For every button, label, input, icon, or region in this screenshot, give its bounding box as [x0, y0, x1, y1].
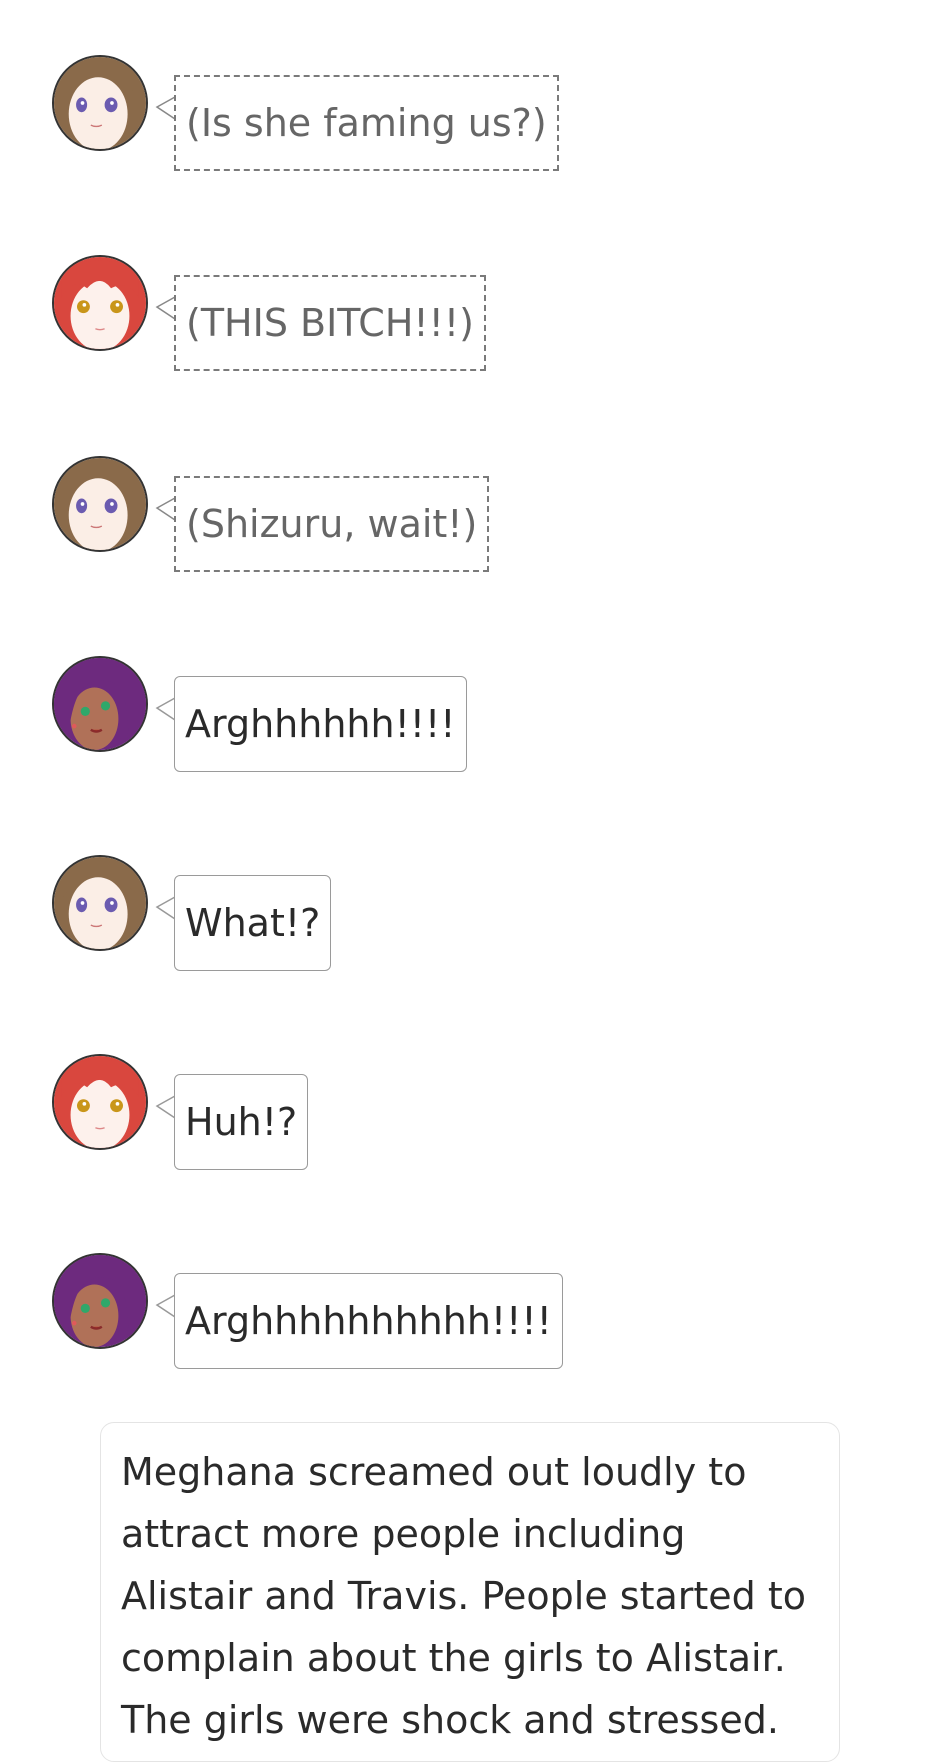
- speech-bubble: Arghhhhhh!!!!: [174, 676, 467, 772]
- bubble-tail: [155, 95, 176, 123]
- brown-haired-girl-avatar[interactable]: [52, 855, 148, 951]
- bubble-tail: [155, 1094, 176, 1122]
- narration-text: Meghana screamed out loudly to attract m…: [121, 1450, 807, 1742]
- thought-bubble: (THIS BITCH!!!): [174, 275, 486, 371]
- bubble-tail: [155, 895, 176, 923]
- narration-card: Meghana screamed out loudly to attract m…: [100, 1422, 840, 1762]
- thought-bubble: (Shizuru, wait!): [174, 476, 490, 572]
- red-haired-girl-avatar-icon: [54, 1056, 146, 1148]
- chat-message: Arghhhhhhhhhh!!!!: [0, 1253, 940, 1369]
- chat-message: Huh!?: [0, 1054, 940, 1170]
- purple-haired-girl-avatar[interactable]: [52, 656, 148, 752]
- chat-message: (THIS BITCH!!!): [0, 255, 940, 371]
- speech-bubble: Huh!?: [174, 1074, 309, 1170]
- chat-message: Arghhhhhh!!!!: [0, 656, 940, 772]
- chat-message: What!?: [0, 855, 940, 971]
- red-haired-girl-avatar[interactable]: [52, 255, 148, 351]
- bubble-tail: [155, 295, 176, 323]
- brown-haired-girl-avatar[interactable]: [52, 55, 148, 151]
- speech-bubble: What!?: [174, 875, 332, 971]
- bubble-tail: [155, 496, 176, 524]
- speech-bubble: Arghhhhhhhhhh!!!!: [174, 1273, 563, 1369]
- brown-haired-girl-avatar-icon: [54, 857, 146, 949]
- brown-haired-girl-avatar-icon: [54, 57, 146, 149]
- bubble-tail: [155, 1293, 176, 1321]
- purple-haired-girl-avatar-icon: [54, 658, 146, 750]
- red-haired-girl-avatar-icon: [54, 257, 146, 349]
- purple-haired-girl-avatar[interactable]: [52, 1253, 148, 1349]
- bubble-tail: [155, 696, 176, 724]
- red-haired-girl-avatar[interactable]: [52, 1054, 148, 1150]
- thought-bubble: (Is she faming us?): [174, 75, 559, 171]
- chat-message: (Is she faming us?): [0, 55, 940, 171]
- purple-haired-girl-avatar-icon: [54, 1255, 146, 1347]
- brown-haired-girl-avatar-icon: [54, 458, 146, 550]
- brown-haired-girl-avatar[interactable]: [52, 456, 148, 552]
- chat-message: (Shizuru, wait!): [0, 456, 940, 572]
